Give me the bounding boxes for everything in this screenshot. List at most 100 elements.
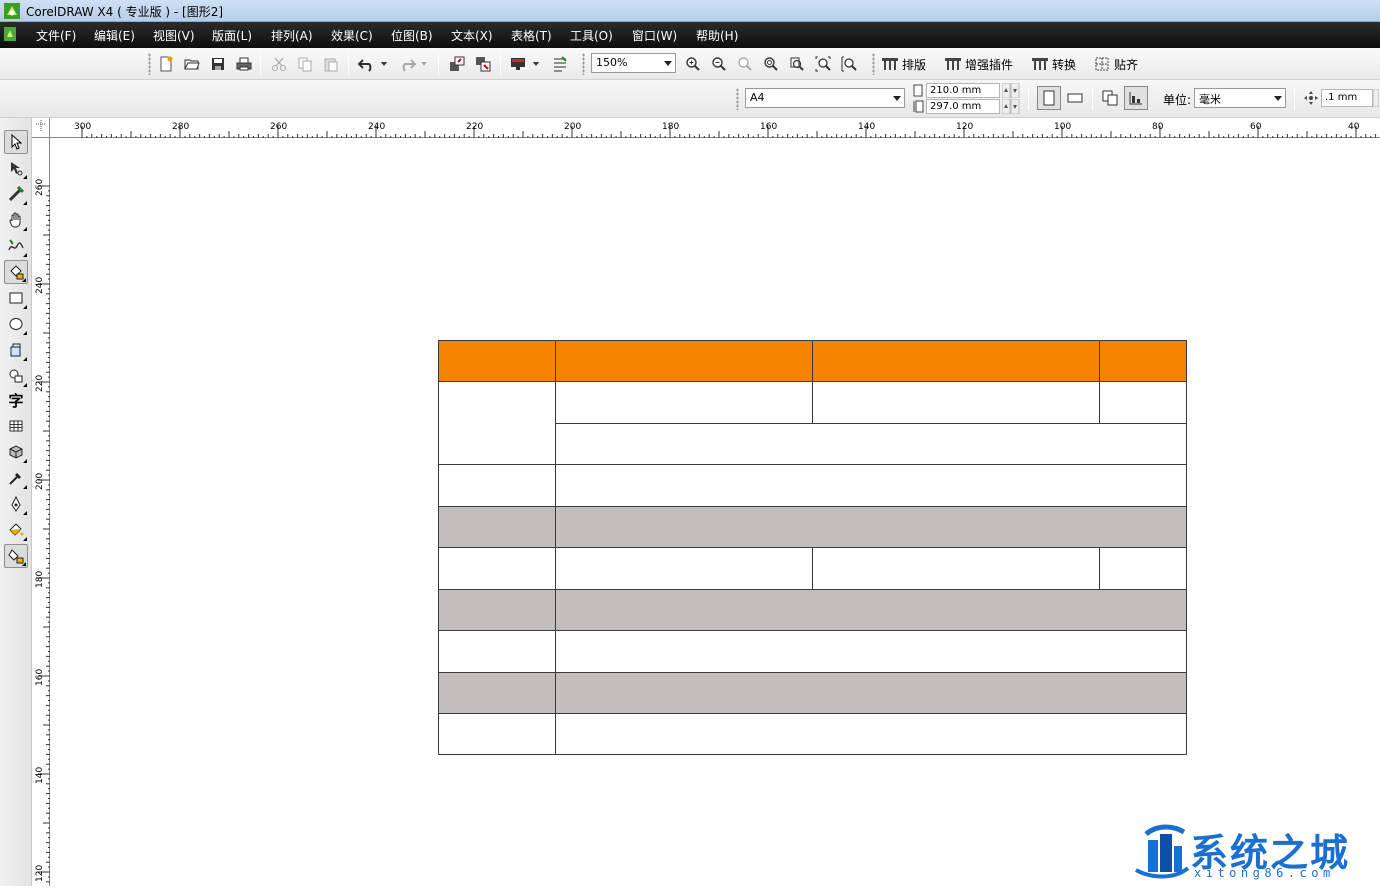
menu-bitmaps[interactable]: 位图(B) — [391, 27, 433, 44]
table-band-cell[interactable] — [555, 589, 1187, 631]
redo-dropdown[interactable] — [418, 53, 430, 75]
menu-view[interactable]: 视图(V) — [153, 27, 195, 44]
table-cell[interactable] — [555, 713, 1187, 755]
table-band-cell[interactable] — [555, 672, 1187, 714]
crop-tool[interactable] — [4, 182, 28, 206]
table-cell[interactable] — [438, 630, 556, 673]
copy-button[interactable] — [294, 53, 316, 75]
polygon-tool[interactable] — [4, 338, 28, 362]
print-button[interactable] — [233, 53, 255, 75]
table-header-cell[interactable] — [1099, 340, 1187, 382]
menu-layout[interactable]: 版面(L) — [212, 27, 252, 44]
landscape-button[interactable] — [1064, 87, 1086, 109]
toolbar-grip[interactable] — [148, 53, 151, 75]
table-cell[interactable] — [812, 547, 1100, 590]
all-pages-button[interactable] — [1099, 87, 1121, 109]
zoom-page-button[interactable] — [786, 53, 808, 75]
table-cell[interactable] — [555, 381, 813, 424]
typesetting-button[interactable]: 排版 — [881, 53, 926, 75]
drawing-canvas[interactable] — [51, 139, 1380, 886]
save-button[interactable] — [207, 53, 229, 75]
interactive-tool[interactable] — [4, 440, 28, 464]
ellipse-tool[interactable] — [4, 312, 28, 336]
ruler-origin[interactable] — [32, 118, 50, 138]
table-band-cell[interactable] — [438, 589, 556, 631]
new-button[interactable] — [155, 53, 177, 75]
nudge-distance-field[interactable]: .1 mm — [1321, 89, 1373, 107]
menu-edit[interactable]: 编辑(E) — [94, 27, 135, 44]
pick-tool[interactable] — [4, 130, 28, 154]
table-band-cell[interactable] — [438, 672, 556, 714]
toolbar-grip[interactable] — [872, 53, 875, 75]
menu-help[interactable]: 帮助(H) — [696, 27, 738, 44]
table-cell[interactable] — [438, 381, 556, 465]
table-cell[interactable] — [555, 464, 1187, 507]
basic-shapes-tool[interactable] — [4, 364, 28, 388]
zoom-select[interactable]: 150% — [591, 53, 676, 73]
redo-button[interactable] — [396, 53, 418, 75]
smart-fill-tool[interactable] — [4, 260, 28, 284]
undo-button[interactable] — [356, 53, 378, 75]
import-button[interactable] — [446, 53, 468, 75]
page-size-select[interactable]: A4 — [745, 88, 905, 108]
zoom-page-width-button[interactable] — [812, 53, 834, 75]
table-cell[interactable] — [438, 547, 556, 590]
interactive-fill-tool[interactable] — [4, 544, 28, 568]
outline-tool[interactable] — [4, 492, 28, 516]
welcome-screen-button[interactable] — [549, 53, 571, 75]
current-page-button[interactable] — [1124, 86, 1148, 110]
pan-tool[interactable] — [4, 208, 28, 232]
toolbar-grip[interactable] — [582, 53, 585, 75]
table-header-cell[interactable] — [555, 340, 813, 382]
snap-to-button[interactable]: 贴齐 — [1094, 53, 1138, 75]
table-cell[interactable] — [438, 464, 556, 507]
fill-tool[interactable] — [4, 518, 28, 542]
application-launcher-button[interactable] — [507, 53, 529, 75]
nudge-spinner-icon[interactable] — [1373, 89, 1379, 107]
export-button[interactable] — [472, 53, 494, 75]
portrait-button[interactable] — [1037, 86, 1061, 110]
vertical-ruler[interactable]: 260 240 220 200 180 160 140 120 — [32, 138, 50, 886]
toolbar-grip[interactable] — [736, 88, 739, 110]
units-select[interactable]: 毫米 — [1194, 88, 1286, 108]
zoom-out-button[interactable] — [708, 53, 730, 75]
table-band-cell[interactable] — [555, 506, 1187, 548]
enhance-plugin-button[interactable]: 增强插件 — [944, 53, 1013, 75]
document-icon[interactable] — [3, 26, 17, 42]
eyedropper-tool[interactable] — [4, 466, 28, 490]
table-cell[interactable] — [812, 381, 1100, 424]
width-spinner-icon[interactable] — [1002, 83, 1020, 98]
zoom-in-button[interactable] — [682, 53, 704, 75]
undo-dropdown[interactable] — [378, 53, 390, 75]
menu-window[interactable]: 窗口(W) — [632, 27, 677, 44]
paste-button[interactable] — [320, 53, 342, 75]
menu-effects[interactable]: 效果(C) — [331, 27, 373, 44]
menu-text[interactable]: 文本(X) — [451, 27, 493, 44]
table-tool[interactable] — [4, 414, 28, 438]
table-header-cell[interactable] — [438, 340, 556, 382]
zoom-all-objects-button[interactable] — [760, 53, 782, 75]
page-height-field[interactable]: 297.0 mm — [926, 99, 1000, 114]
table-cell[interactable] — [1099, 547, 1187, 590]
horizontal-ruler[interactable]: 300 280 260 240 220 200 180 160 140 120 100 80 60 40 — [50, 118, 1380, 138]
table-cell[interactable] — [555, 547, 813, 590]
menu-tools[interactable]: 工具(O) — [570, 27, 613, 44]
freehand-tool[interactable] — [4, 234, 28, 258]
menu-file[interactable]: 文件(F) — [36, 27, 76, 44]
menu-table[interactable]: 表格(T) — [511, 27, 552, 44]
table-cell[interactable] — [1099, 381, 1187, 424]
launcher-dropdown[interactable] — [530, 53, 542, 75]
height-spinner-icon[interactable] — [1002, 99, 1020, 114]
menu-arrange[interactable]: 排列(A) — [271, 27, 313, 44]
table-cell[interactable] — [438, 713, 556, 755]
page-width-field[interactable]: 210.0 mm — [926, 83, 1000, 98]
text-tool[interactable]: 字 — [4, 388, 28, 412]
table-band-cell[interactable] — [438, 506, 556, 548]
cut-button[interactable] — [268, 53, 290, 75]
table-header-cell[interactable] — [812, 340, 1100, 382]
rectangle-tool[interactable] — [4, 286, 28, 310]
convert-button[interactable]: 转换 — [1031, 53, 1076, 75]
zoom-page-height-button[interactable] — [838, 53, 860, 75]
table-cell[interactable] — [555, 423, 1187, 465]
zoom-selected-button[interactable] — [734, 53, 756, 75]
